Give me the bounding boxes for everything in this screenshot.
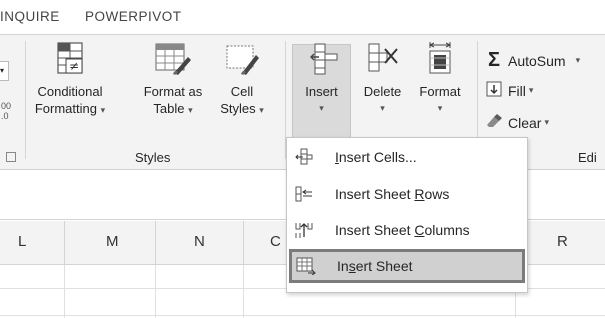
decimal-icon[interactable]: 00 .0 bbox=[1, 101, 11, 121]
menu-item-label: Insert Sheet Columns bbox=[335, 222, 470, 238]
styles-group-label: Styles bbox=[135, 150, 171, 165]
grid-col-line bbox=[64, 265, 65, 318]
menu-item-insert-sheet-rows[interactable]: Insert Sheet Rows bbox=[287, 177, 527, 211]
fill-down-icon bbox=[484, 81, 504, 100]
number-group-launcher-icon[interactable] bbox=[6, 152, 16, 162]
conditional-formatting-icon: ≠ bbox=[57, 42, 83, 74]
format-button[interactable]: Format ▾ bbox=[410, 37, 470, 117]
cell-styles-label-2: Styles bbox=[220, 101, 256, 116]
delete-cells-icon bbox=[368, 43, 398, 72]
chevron-down-icon: ▾ bbox=[319, 103, 324, 113]
insert-cells-icon bbox=[309, 43, 337, 75]
chevron-down-icon: ▾ bbox=[575, 55, 581, 65]
menu-item-insert-sheet-columns[interactable]: Insert Sheet Columns bbox=[287, 213, 527, 247]
chevron-down-icon: ▾ bbox=[100, 105, 106, 115]
tab-powerpivot[interactable]: POWERPIVOT bbox=[85, 9, 182, 24]
chevron-down-icon: ▾ bbox=[380, 103, 385, 113]
menu-item-insert-sheet[interactable]: Insert Sheet bbox=[289, 249, 525, 283]
delete-button[interactable]: Delete ▾ bbox=[355, 37, 410, 117]
cell-styles-button[interactable]: Cell Styles ▾ bbox=[212, 37, 272, 119]
column-divider bbox=[243, 221, 244, 265]
tab-inquire[interactable]: INQUIRE bbox=[0, 9, 60, 24]
column-header-r[interactable]: R bbox=[557, 233, 568, 250]
format-as-table-label-2: Table bbox=[153, 101, 185, 116]
menu-item-label: Insert Sheet Rows bbox=[335, 186, 450, 202]
clear-button[interactable]: Clear ▾ bbox=[484, 113, 549, 132]
decimal-text-2: .0 bbox=[1, 111, 9, 121]
column-header-n[interactable]: N bbox=[194, 233, 205, 250]
eraser-icon bbox=[484, 113, 504, 132]
group-separator bbox=[25, 41, 26, 159]
column-header-o[interactable]: C bbox=[270, 233, 281, 250]
insert-sheet-icon bbox=[293, 257, 319, 275]
format-as-table-icon bbox=[155, 43, 191, 75]
fill-label: Fill bbox=[508, 82, 526, 99]
delete-button-label: Delete bbox=[363, 84, 402, 99]
insert-cells-icon bbox=[291, 148, 317, 166]
number-format-dropdown-fragment[interactable]: ▾ bbox=[0, 61, 9, 81]
insert-columns-icon bbox=[291, 221, 317, 239]
chevron-down-icon: ▾ bbox=[259, 105, 264, 115]
sigma-icon: Σ bbox=[487, 49, 500, 71]
column-divider bbox=[64, 221, 65, 265]
cell-styles-icon bbox=[226, 45, 259, 75]
ribbon-tab-strip: INQUIRE POWERPIVOT bbox=[0, 0, 605, 34]
format-button-label: Format bbox=[419, 84, 461, 99]
svg-text:≠: ≠ bbox=[69, 59, 79, 73]
insert-rows-icon bbox=[291, 185, 317, 203]
grid-col-line bbox=[243, 265, 244, 318]
autosum-label: AutoSum bbox=[508, 52, 566, 69]
conditional-formatting-button[interactable]: ≠ Conditional Formatting ▾ bbox=[30, 37, 110, 119]
menu-item-insert-cells[interactable]: Insert Cells... bbox=[287, 140, 527, 174]
grid-col-line bbox=[155, 265, 156, 318]
chevron-down-icon: ▾ bbox=[188, 105, 193, 115]
chevron-down-icon: ▾ bbox=[437, 103, 443, 113]
format-as-table-button[interactable]: Format as Table ▾ bbox=[138, 37, 208, 119]
menu-item-label: Insert Sheet bbox=[337, 258, 413, 274]
decimal-text-1: 00 bbox=[1, 101, 12, 111]
cell-styles-label-1: Cell bbox=[230, 84, 254, 99]
autosum-button[interactable]: Σ AutoSum ▾ bbox=[484, 49, 580, 72]
editing-group-label: Edi bbox=[578, 150, 597, 165]
insert-button-label: Insert bbox=[305, 84, 338, 99]
clear-label: Clear bbox=[508, 114, 542, 131]
chevron-down-icon: ▾ bbox=[544, 117, 549, 127]
column-header-l[interactable]: L bbox=[18, 233, 26, 250]
insert-button[interactable]: Insert ▾ bbox=[292, 37, 351, 117]
conditional-formatting-label-1: Conditional bbox=[37, 84, 103, 99]
column-divider bbox=[155, 221, 156, 265]
chevron-down-icon: ▾ bbox=[528, 85, 534, 95]
format-as-table-label-1: Format as bbox=[143, 84, 203, 99]
insert-dropdown-menu: Insert Cells... Insert Sheet Rows Insert… bbox=[286, 137, 528, 293]
fill-button[interactable]: Fill ▾ bbox=[484, 81, 533, 100]
menu-item-label: Insert Cells... bbox=[335, 149, 417, 165]
column-header-m[interactable]: M bbox=[106, 233, 119, 250]
conditional-formatting-label-2: Formatting bbox=[34, 101, 97, 116]
format-cells-icon bbox=[428, 42, 452, 74]
